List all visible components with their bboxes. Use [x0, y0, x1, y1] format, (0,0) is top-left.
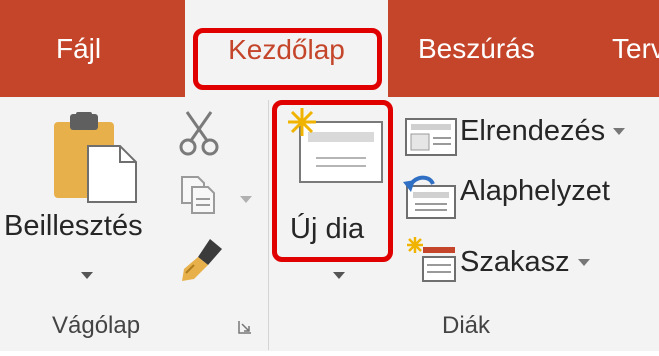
section-button[interactable]: Szakasz: [460, 246, 590, 279]
paste-button-label[interactable]: Beillesztés: [4, 210, 143, 243]
dialog-launcher-icon[interactable]: [238, 320, 252, 334]
slides-group-label: Diák: [442, 312, 491, 339]
paste-dropdown-arrow[interactable]: [81, 272, 93, 279]
section-icon[interactable]: [405, 235, 457, 288]
copy-icon[interactable]: [180, 175, 220, 220]
clipboard-group-label: Vágólap: [52, 312, 141, 339]
new-slide-button-label[interactable]: Új dia: [290, 213, 364, 246]
layout-button[interactable]: Elrendezés: [460, 115, 626, 148]
group-separator: [268, 100, 269, 350]
layout-label: Elrendezés: [460, 115, 606, 147]
tab-home[interactable]: Kezdőlap: [185, 0, 388, 99]
layout-dropdown-arrow: [613, 128, 626, 135]
new-slide-dropdown-arrow[interactable]: [333, 272, 345, 279]
clipboard-icon[interactable]: [52, 112, 138, 209]
reset-label: Alaphelyzet: [460, 175, 610, 207]
format-painter-icon[interactable]: [180, 235, 226, 288]
ribbon-bottom-edge: [0, 351, 659, 356]
section-label: Szakasz: [460, 246, 570, 278]
tab-file[interactable]: Fájl: [56, 0, 101, 97]
scissors-icon[interactable]: [178, 110, 220, 161]
copy-dropdown-arrow[interactable]: [240, 196, 252, 203]
layout-icon[interactable]: [405, 118, 457, 161]
reset-icon[interactable]: [403, 174, 457, 225]
new-slide-icon[interactable]: [286, 106, 386, 191]
section-dropdown-arrow: [577, 259, 590, 266]
tab-insert[interactable]: Beszúrás: [418, 0, 535, 97]
tab-design[interactable]: Terv: [612, 0, 659, 97]
reset-button[interactable]: Alaphelyzet: [460, 175, 610, 208]
